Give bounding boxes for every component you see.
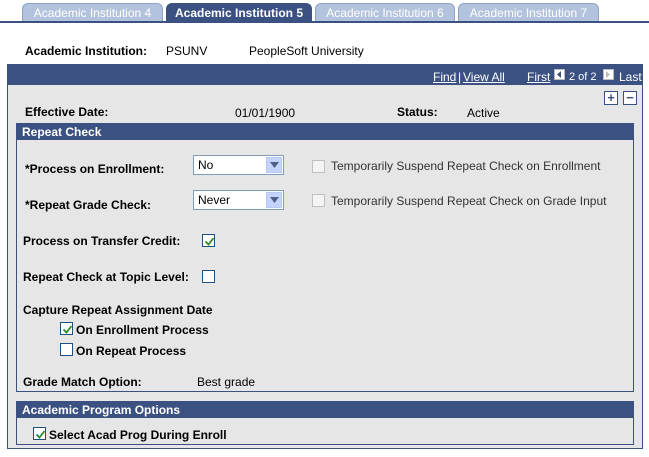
tab-academic-institution-6[interactable]: Academic Institution 6	[315, 3, 455, 21]
suspend-enrollment-checkbox	[312, 160, 325, 173]
on-repeat-label: On Repeat Process	[76, 344, 187, 358]
delete-row-icon[interactable]: −	[623, 91, 637, 105]
on-enrollment-label: On Enrollment Process	[76, 323, 209, 337]
suspend-grade-checkbox	[312, 194, 325, 207]
transfer-credit-label: Process on Transfer Credit:	[23, 234, 181, 248]
chevron-down-icon	[266, 157, 282, 173]
process-enrollment-value: No	[198, 158, 214, 172]
tab-label: Academic Institution 6	[326, 6, 444, 20]
on-enrollment-checkbox[interactable]	[60, 322, 73, 335]
program-options-section: Academic Program Options Select Acad Pro…	[16, 401, 634, 445]
tab-academic-institution-4[interactable]: Academic Institution 4	[22, 3, 163, 21]
select-acad-prog-label: Select Acad Prog During Enroll	[49, 428, 227, 442]
topic-level-label: Repeat Check at Topic Level:	[23, 270, 189, 284]
on-repeat-checkbox[interactable]	[60, 343, 73, 356]
process-enrollment-label: *Process on Enrollment:	[25, 162, 165, 176]
panel-nav-bar: Find | View All First 2 of 2 Last	[8, 65, 642, 85]
tab-academic-institution-5[interactable]: Academic Institution 5	[166, 3, 312, 22]
find-link[interactable]: Find	[433, 70, 456, 84]
tab-divider	[0, 21, 649, 23]
page-info: 2 of 2	[569, 71, 597, 83]
repeat-grade-select[interactable]: Never	[193, 190, 284, 210]
next-arrow-icon[interactable]	[603, 69, 614, 80]
capture-date-label: Capture Repeat Assignment Date	[23, 303, 213, 317]
view-all-link[interactable]: View All	[463, 70, 505, 84]
first-link[interactable]: First	[527, 70, 550, 84]
grade-match-label: Grade Match Option:	[23, 375, 142, 389]
repeat-grade-value: Never	[198, 193, 231, 207]
last-label: Last	[619, 70, 642, 84]
topic-level-checkbox[interactable]	[202, 270, 215, 283]
repeat-check-header: Repeat Check	[17, 124, 633, 140]
select-acad-prog-checkbox[interactable]	[33, 427, 46, 440]
previous-arrow-icon[interactable]	[554, 69, 565, 80]
institution-code: PSUNV	[166, 44, 208, 58]
tab-label: Academic Institution 4	[33, 6, 152, 20]
effective-date-label: Effective Date:	[25, 105, 109, 119]
institution-label: Academic Institution:	[25, 44, 148, 58]
suspend-grade-label: Temporarily Suspend Repeat Check on Grad…	[331, 194, 607, 208]
process-enrollment-select[interactable]: No	[193, 155, 284, 175]
effective-dated-panel: Find | View All First 2 of 2 Last Effect…	[7, 64, 643, 449]
tab-academic-institution-7[interactable]: Academic Institution 7	[458, 3, 599, 21]
status-value: Active	[467, 106, 500, 120]
tab-label: Academic Institution 5	[174, 6, 304, 20]
status-label: Status:	[397, 105, 438, 119]
nav-separator: |	[458, 70, 462, 84]
effective-date-value: 01/01/1900	[235, 106, 296, 120]
repeat-check-section: Repeat Check *Process on Enrollment: No …	[16, 123, 634, 392]
repeat-grade-label: *Repeat Grade Check:	[25, 198, 152, 212]
transfer-credit-checkbox[interactable]	[202, 234, 215, 247]
chevron-down-icon	[266, 192, 282, 208]
suspend-enrollment-label: Temporarily Suspend Repeat Check on Enro…	[331, 159, 601, 173]
institution-name: PeopleSoft University	[249, 44, 364, 58]
grade-match-value: Best grade	[197, 375, 256, 389]
add-row-icon[interactable]: +	[604, 91, 618, 105]
tab-label: Academic Institution 7	[469, 6, 588, 20]
program-options-header: Academic Program Options	[17, 402, 633, 418]
